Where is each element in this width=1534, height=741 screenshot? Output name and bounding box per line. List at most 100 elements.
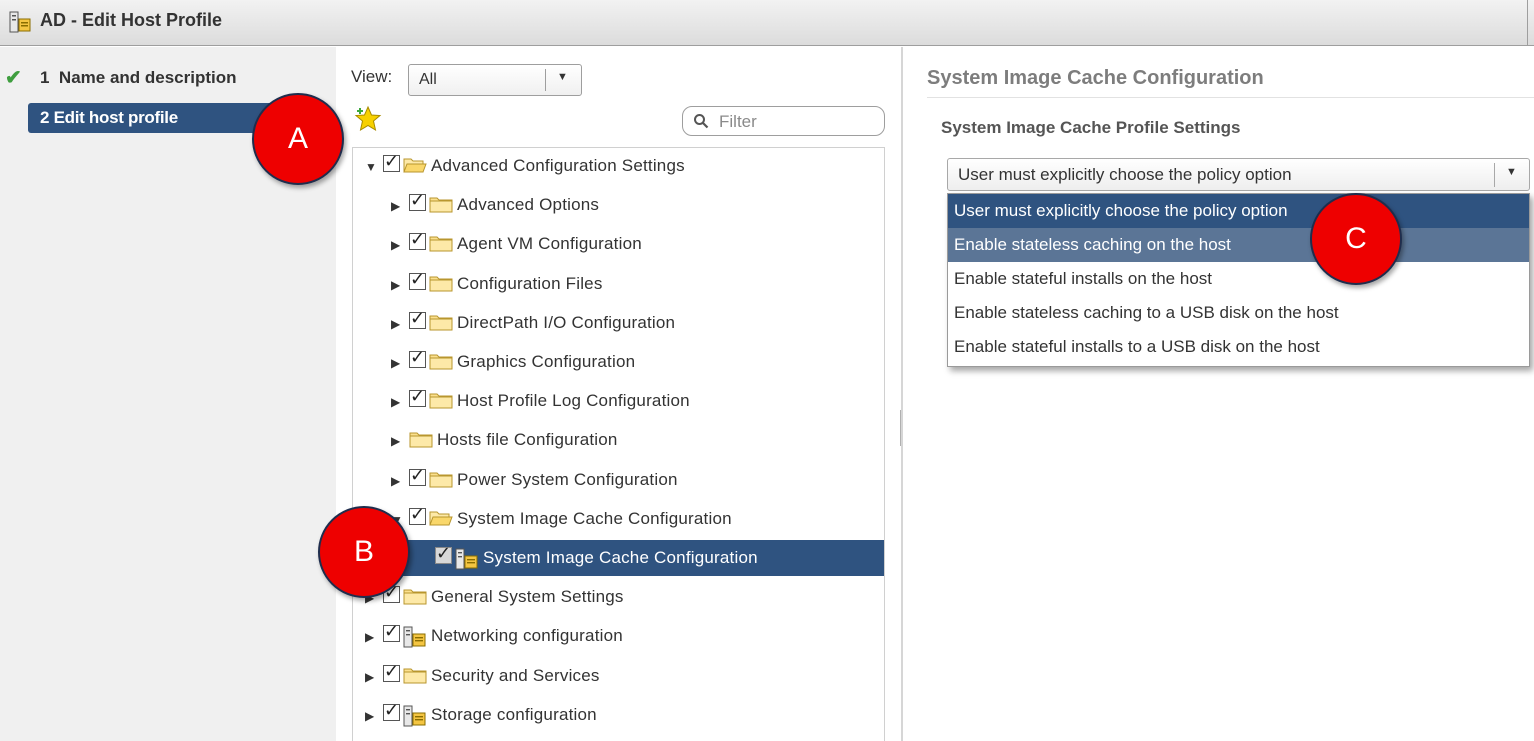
checkbox[interactable]: [383, 621, 400, 643]
chevron-down-icon: ▼: [557, 71, 568, 83]
policy-option[interactable]: Enable stateful installs on the host: [948, 262, 1529, 296]
tree-row[interactable]: ▶ Security and Services: [353, 658, 884, 694]
search-icon: [693, 113, 709, 134]
checkbox[interactable]: [409, 308, 426, 329]
tree-row-label: Networking configuration: [431, 626, 623, 646]
view-select[interactable]: All ▼: [408, 64, 582, 96]
tree-row-label: Hosts file Configuration: [437, 430, 618, 450]
expand-arrow-icon[interactable]: ▶: [391, 474, 400, 488]
step-label: 1 Name and description: [40, 68, 237, 87]
tree-row[interactable]: ▶ DirectPath I/O Configuration: [353, 305, 884, 341]
folder-open-icon: [429, 509, 453, 532]
policy-option[interactable]: Enable stateless caching to a USB disk o…: [948, 296, 1529, 330]
checkbox[interactable]: [409, 229, 426, 251]
host-profile-icon: [403, 626, 427, 653]
folder-icon: [429, 234, 453, 257]
select-divider: [1494, 163, 1495, 187]
folder-icon: [429, 195, 453, 218]
folder-icon: [429, 391, 453, 414]
tree-row-label: Graphics Configuration: [457, 352, 636, 371]
expand-arrow-icon[interactable]: ▶: [391, 278, 400, 292]
folder-icon: [429, 470, 453, 493]
profile-tree: ▼ Advanced Configuration Settings ▶ Advance…: [352, 147, 885, 741]
tree-row[interactable]: ▶General System Settings: [353, 579, 884, 615]
host-profile-icon: [8, 10, 32, 39]
checkbox[interactable]: [383, 700, 400, 721]
tree-row-label: System Image Cache Configuration: [457, 508, 732, 528]
policy-option[interactable]: User must explicitly choose the policy o…: [948, 194, 1529, 228]
host-profile-icon: [403, 705, 427, 732]
star-icon[interactable]: [354, 105, 382, 138]
checkbox[interactable]: [409, 386, 426, 408]
tree-row[interactable]: ▶ Networking configuration: [353, 618, 884, 654]
checkbox[interactable]: [435, 543, 452, 564]
checkbox[interactable]: [383, 151, 400, 172]
detail-subtitle: System Image Cache Profile Settings: [941, 118, 1241, 137]
policy-option[interactable]: Enable stateful installs to a USB disk o…: [948, 330, 1529, 364]
host-profile-icon: [455, 548, 479, 575]
checkbox[interactable]: [409, 269, 426, 290]
expand-arrow-icon[interactable]: ▶: [391, 199, 400, 213]
tree-row-label: Configuration Files: [457, 273, 603, 293]
tree-row[interactable]: ▶ Graphics Configuration: [353, 344, 884, 380]
folder-icon: [429, 352, 453, 375]
tree-row-label: Storage configuration: [431, 704, 597, 724]
window-title: AD - Edit Host Profile: [40, 10, 223, 30]
tree-row-label: System Image Cache Configuration: [483, 548, 758, 567]
checkbox[interactable]: [409, 347, 426, 368]
tree-row[interactable]: ▼ Advanced Configuration Settings: [353, 148, 884, 184]
expand-arrow-icon[interactable]: ▶: [365, 670, 374, 684]
tree-row-label: Advanced Configuration Settings: [431, 156, 685, 175]
collapse-arrow-icon[interactable]: ▼: [365, 160, 377, 174]
tree-row[interactable]: ▶ Hosts file Configuration: [353, 422, 884, 458]
detail-panel: System Image Cache Configuration System …: [903, 47, 1534, 741]
callout-c: C: [1310, 193, 1402, 285]
tree-row[interactable]: ▶ Host Profile Log Configuration: [353, 383, 884, 419]
view-select-value: All: [419, 71, 437, 88]
window-edge: [1527, 0, 1534, 46]
policy-select-value: User must explicitly choose the policy o…: [958, 165, 1292, 184]
folder-icon: [403, 587, 427, 610]
checkbox[interactable]: [383, 661, 400, 682]
expand-arrow-icon[interactable]: ▶: [365, 709, 374, 723]
filter-input[interactable]: [717, 111, 881, 133]
checkbox[interactable]: [409, 190, 426, 212]
tree-row-label: Advanced Options: [457, 195, 600, 215]
expand-arrow-icon[interactable]: ▶: [391, 356, 400, 370]
tree-row[interactable]: ▶ Storage configuration: [353, 697, 884, 733]
expand-arrow-icon[interactable]: ▶: [391, 434, 400, 448]
select-divider: [545, 69, 546, 91]
checkmark-icon: ✔: [5, 67, 22, 89]
step-edit-host-profile[interactable]: 2 Edit host profile: [28, 103, 280, 133]
policy-select[interactable]: User must explicitly choose the policy o…: [947, 158, 1530, 191]
folder-icon: [429, 274, 453, 297]
expand-arrow-icon[interactable]: ▶: [391, 238, 400, 252]
tree-row-label: Agent VM Configuration: [457, 234, 642, 254]
callout-b: B: [318, 506, 410, 598]
tree-row[interactable]: ▶ Advanced Options: [353, 187, 884, 223]
expand-arrow-icon[interactable]: ▶: [391, 317, 400, 331]
filter-field[interactable]: [682, 106, 885, 136]
title-bar: AD - Edit Host Profile: [0, 0, 1534, 46]
folder-icon: [409, 430, 433, 453]
callout-a: A: [252, 93, 344, 185]
profile-tree-panel: View: All ▼ ▼ Advanced Configuration Sett…: [336, 47, 902, 741]
checkbox[interactable]: [409, 504, 426, 525]
detail-title: System Image Cache Configuration: [927, 67, 1264, 89]
chevron-down-icon: ▼: [1506, 166, 1517, 178]
tree-row[interactable]: System Image Cache Configuration: [353, 540, 884, 576]
divider: [927, 97, 1534, 98]
tree-row[interactable]: ▼System Image Cache Configuration: [353, 501, 884, 537]
checkbox[interactable]: [409, 465, 426, 486]
expand-arrow-icon[interactable]: ▶: [365, 630, 374, 644]
policy-dropdown-list: User must explicitly choose the policy o…: [947, 193, 1530, 367]
tree-row[interactable]: ▶ Configuration Files: [353, 266, 884, 302]
tree-row-label: DirectPath I/O Configuration: [457, 312, 676, 332]
tree-row[interactable]: ▶ Agent VM Configuration: [353, 226, 884, 262]
tree-row-label: General System Settings: [431, 587, 624, 607]
folder-icon: [403, 666, 427, 689]
policy-option[interactable]: Enable stateless caching on the host: [948, 228, 1529, 262]
expand-arrow-icon[interactable]: ▶: [391, 395, 400, 409]
tree-row[interactable]: ▶ Power System Configuration: [353, 462, 884, 498]
view-label: View:: [351, 67, 393, 86]
